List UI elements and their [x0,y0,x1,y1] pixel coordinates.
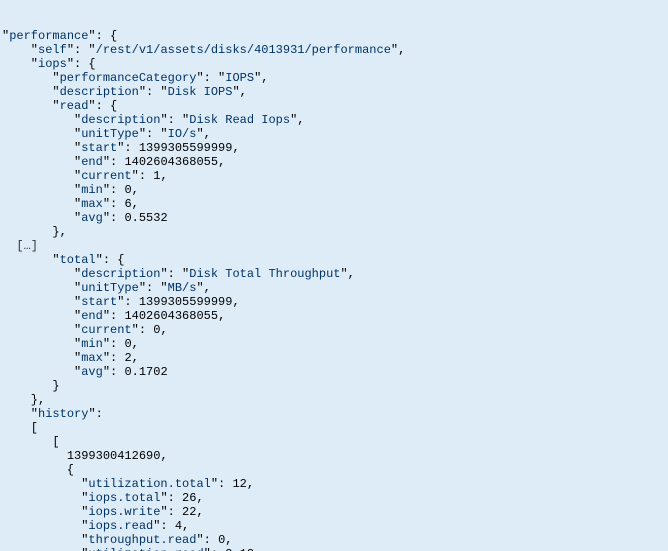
key-desc: description [81,113,160,127]
key-self: self [38,43,67,57]
val-iops-total: 26 [182,491,196,505]
key-iops-write: iops.write [88,505,160,519]
val-end: 1402604368055 [124,309,218,323]
val-start: 1399305599999 [139,295,233,309]
val-start: 1399305599999 [139,141,233,155]
key-end: end [81,155,103,169]
val-read-max: 6 [124,197,131,211]
key-min: min [81,337,103,351]
key-iops: iops [38,57,67,71]
key-performance: performance [9,29,88,43]
key-end: end [81,309,103,323]
key-start: start [81,295,117,309]
val-iops-write: 22 [182,505,196,519]
val-desc-read: Disk Read Iops [189,113,290,127]
val-hist-ts: 1399300412690 [67,449,161,463]
val-unit-mbs: MB/s [168,281,197,295]
key-util-total: utilization.total [88,477,210,491]
key-iops-total: iops.total [88,491,160,505]
val-read-min: 0 [124,183,131,197]
key-read: read [60,99,89,113]
val-desc-iops: Disk IOPS [168,85,233,99]
val-iops-read: 4 [175,519,182,533]
key-start: start [81,141,117,155]
val-total-avg: 0.1702 [124,365,167,379]
val-end: 1402604368055 [124,155,218,169]
key-iops-read: iops.read [88,519,153,533]
val-util-total: 12 [232,477,246,491]
val-self: /rest/v1/assets/disks/4013931/performanc… [96,43,391,57]
key-util-read: utilization.read [88,547,203,551]
key-total: total [60,253,96,267]
key-unit: unitType [81,127,139,141]
key-current: current [81,169,131,183]
val-desc-total: Disk Total Throughput [189,267,340,281]
key-desc: description [60,85,139,99]
key-unit: unitType [81,281,139,295]
val-perf-cat: IOPS [225,71,254,85]
json-code-block: "performance": { "self": "/rest/v1/asset… [2,29,668,551]
ellipsis: […] [16,239,38,253]
key-max: max [81,197,103,211]
key-tp-read: throughput.read [88,533,196,547]
key-history: history [38,407,88,421]
val-unit-ios: IO/s [168,127,197,141]
val-util-read: 2.12 [225,547,254,551]
key-avg: avg [81,211,103,225]
val-total-max: 2 [124,351,131,365]
key-max: max [81,351,103,365]
val-total-min: 0 [124,337,131,351]
key-desc: description [81,267,160,281]
val-read-avg: 0.5532 [124,211,167,225]
key-current: current [81,323,131,337]
key-min: min [81,183,103,197]
key-avg: avg [81,365,103,379]
key-perf-cat: performanceCategory [60,71,197,85]
